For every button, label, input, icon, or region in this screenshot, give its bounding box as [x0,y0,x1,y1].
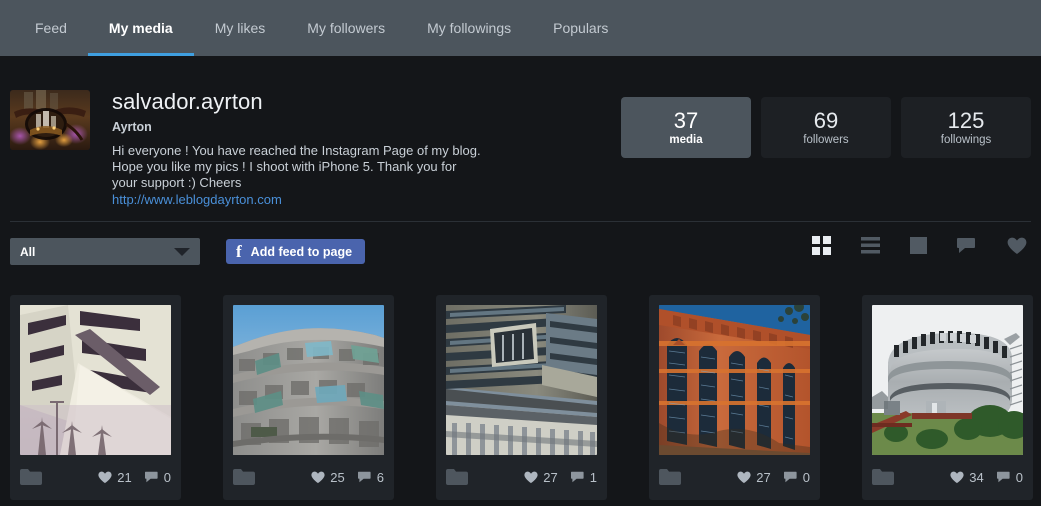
top-navbar: Feed My media My likes My followers My f… [0,0,1041,56]
profile-username: salvador.ayrton [112,89,263,114]
tab-populars-label: Populars [553,20,609,36]
stat-media-value: 37 [673,108,699,133]
profile-website-link[interactable]: http://www.leblogdayrton.com [112,191,512,208]
comments-count-value: 0 [802,469,810,485]
comments-count-value: 1 [589,469,597,485]
profile-realname: Ayrton [112,120,152,134]
folder-icon[interactable] [446,469,468,485]
comments-count: 0 [783,469,810,485]
likes-count: 34 [950,469,984,485]
media-card-counts: 25 6 [298,470,384,485]
profile-bio: Hi everyone ! You have reached the Insta… [112,143,481,190]
comments-count-value: 0 [1015,469,1023,485]
folder-icon[interactable] [659,469,681,485]
tab-my-media[interactable]: My media [87,0,194,56]
likes-count: 21 [98,469,132,485]
tab-my-followings-label: My followings [427,20,512,36]
likes-count: 27 [524,469,558,485]
tab-my-followings[interactable]: My followings [406,0,532,56]
stat-followings[interactable]: 125 followings [901,97,1031,158]
stat-media[interactable]: 37 media [621,97,751,158]
likes-count-value: 27 [543,469,558,485]
profile-info: salvador.ayrton Ayrton Hi everyone ! You… [112,90,512,208]
comments-count: 0 [996,469,1023,485]
folder-icon[interactable] [20,469,42,485]
likes-view-icon[interactable] [1007,237,1027,255]
chevron-down-icon [174,248,190,256]
profile-stats: 37 media 69 followers 125 followings [621,97,1031,158]
media-thumbnail-3 [446,305,597,455]
media-card-footer: 21 0 [20,464,171,490]
comments-count: 0 [144,469,171,485]
comments-view-icon[interactable] [957,237,977,254]
comments-count: 6 [357,469,384,485]
media-card-counts: 21 0 [85,470,171,485]
media-card[interactable]: 25 6 [223,295,394,500]
single-view-icon[interactable] [910,237,927,254]
media-card-counts: 27 1 [511,470,597,485]
tab-my-followers-label: My followers [307,20,386,36]
comments-count-value: 0 [163,469,171,485]
tab-my-followers[interactable]: My followers [286,0,406,56]
grid-view-icon[interactable] [812,236,831,255]
facebook-f-icon: f [236,241,242,261]
likes-count-value: 21 [117,469,132,485]
stat-followers[interactable]: 69 followers [761,97,891,158]
tab-my-likes-label: My likes [214,20,266,36]
media-thumbnail-4 [659,305,810,455]
media-toolbar: All f Add feed to page [0,236,1041,268]
likes-count-value: 27 [756,469,771,485]
media-thumbnail-2 [233,305,384,455]
view-mode-switcher [782,236,1027,255]
media-card[interactable]: 21 0 [10,295,181,500]
stat-followings-value: 125 [947,108,985,133]
folder-icon[interactable] [872,469,894,485]
comments-count-value: 6 [376,469,384,485]
stat-followings-label: followings [940,134,992,146]
media-grid: 21 0 25 6 27 1 27 0 34 0 [10,295,1033,500]
folder-icon[interactable] [233,469,255,485]
tab-populars[interactable]: Populars [532,0,629,56]
comments-count: 1 [570,469,597,485]
likes-count: 25 [311,469,345,485]
media-card-footer: 27 0 [659,464,810,490]
tab-my-media-label: My media [108,20,173,36]
media-card[interactable]: 27 1 [436,295,607,500]
tab-my-likes[interactable]: My likes [194,0,287,56]
filter-select[interactable]: All [10,238,200,265]
stat-followers-value: 69 [813,108,839,133]
avatar [10,90,90,150]
media-thumbnail-5 [872,305,1023,455]
add-feed-to-page-button[interactable]: f Add feed to page [226,239,366,264]
media-card-counts: 27 0 [724,470,810,485]
media-card-footer: 25 6 [233,464,384,490]
stat-media-label: media [669,134,703,146]
likes-count-value: 25 [330,469,345,485]
likes-count: 27 [737,469,771,485]
add-feed-to-page-label: Add feed to page [250,244,353,259]
media-card-footer: 27 1 [446,464,597,490]
media-card-footer: 34 0 [872,464,1023,490]
tab-feed-label: Feed [35,20,67,36]
media-card[interactable]: 27 0 [649,295,820,500]
section-divider [10,221,1031,222]
media-card[interactable]: 34 0 [862,295,1033,500]
media-card-counts: 34 0 [937,470,1023,485]
stat-followers-label: followers [803,134,849,146]
media-thumbnail-1 [20,305,171,455]
list-view-icon[interactable] [861,237,880,254]
filter-select-value: All [20,244,36,259]
likes-count-value: 34 [969,469,984,485]
tab-feed[interactable]: Feed [14,0,88,56]
